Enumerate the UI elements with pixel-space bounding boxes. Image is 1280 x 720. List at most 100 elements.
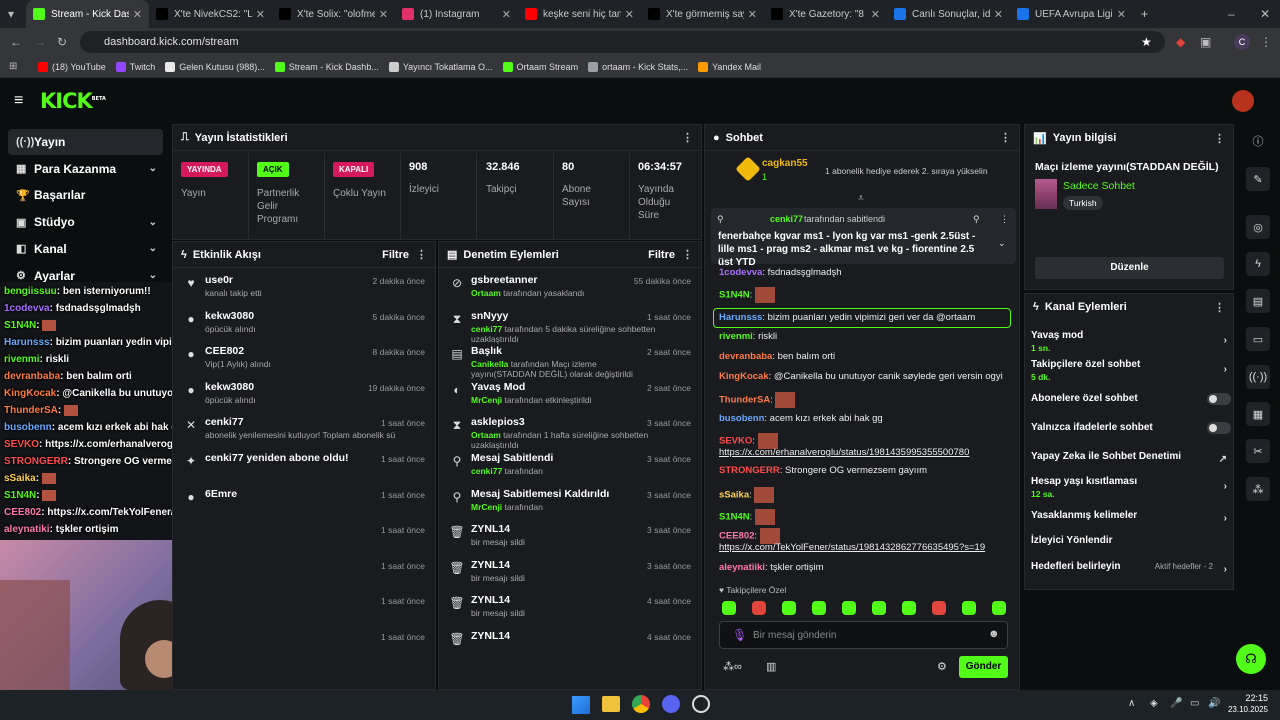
tab-close-icon[interactable]: ✕ bbox=[133, 8, 142, 21]
browser-tab[interactable]: X'te Solix: "olofmeiste ✕ bbox=[272, 0, 395, 28]
target-icon[interactable]: ◎ bbox=[1246, 215, 1270, 239]
chat-user[interactable]: sSaika bbox=[719, 490, 749, 501]
edit-icon[interactable]: ✎ bbox=[1246, 167, 1270, 191]
steam-icon[interactable] bbox=[692, 695, 710, 713]
bookmark-item[interactable]: Yandex Mail bbox=[698, 61, 761, 72]
bookmark-item[interactable]: Yayıncı Tokatlama O... bbox=[388, 61, 493, 72]
monitor-icon[interactable]: ▭ bbox=[1190, 698, 1199, 709]
chat-user[interactable]: busobenn bbox=[719, 413, 764, 424]
emote-icon[interactable] bbox=[902, 601, 916, 615]
info-icon[interactable]: ⓘ bbox=[1246, 129, 1270, 153]
moderation-filter-button[interactable]: Filtre bbox=[648, 249, 675, 261]
chevron-down-icon[interactable]: ⌄ bbox=[149, 243, 157, 254]
expand-pinned-icon[interactable]: ⌄ bbox=[998, 238, 1006, 249]
clock-date[interactable]: 23.10.2025 bbox=[1224, 705, 1268, 714]
edit-stream-button[interactable]: Düzenle bbox=[1035, 257, 1224, 279]
unpin-icon[interactable]: ⚲ bbox=[973, 214, 980, 225]
browser-tab[interactable]: X'te NivekCS2: "La up ✕ bbox=[149, 0, 272, 28]
chat-user[interactable]: STRONGERR bbox=[719, 465, 780, 476]
back-icon[interactable]: ← bbox=[10, 35, 22, 49]
chevron-down-icon[interactable]: ⌄ bbox=[149, 163, 157, 174]
moderation-actor[interactable]: MrCenji bbox=[471, 502, 502, 512]
extension-icon[interactable]: ◆ bbox=[1176, 35, 1185, 49]
tray-overflow-icon[interactable]: ∧ bbox=[1128, 698, 1135, 709]
channel-action-1[interactable]: Takipçilere özel sohbet 5 dk. › bbox=[1031, 359, 1231, 382]
emote-icon[interactable] bbox=[812, 601, 826, 615]
channel-action-8[interactable]: Hedefleri belirleyin Aktif hedefler - 2 › bbox=[1031, 561, 1231, 575]
bookmark-star-icon[interactable]: ★ bbox=[1141, 35, 1152, 49]
moderation-actor[interactable]: Ortaam bbox=[471, 430, 501, 440]
reload-icon[interactable]: ↻ bbox=[57, 35, 67, 49]
sidebar-item-0[interactable]: ((·)) Yayın bbox=[8, 129, 163, 155]
activity-menu-icon[interactable]: ⋮ bbox=[416, 248, 427, 261]
browser-tab[interactable]: keşke seni hiç tanıma ✕ bbox=[518, 0, 641, 28]
kick-logo[interactable]: KICKBETA bbox=[40, 89, 106, 113]
sidebar-item-4[interactable]: ◧ Kanal ⌄ bbox=[8, 236, 163, 262]
sidebar-item-2[interactable]: 🏆 Başarılar bbox=[8, 182, 163, 208]
minimize-icon[interactable]: – bbox=[1228, 7, 1235, 21]
chevron-right-icon[interactable]: › bbox=[1224, 564, 1227, 575]
browser-tab[interactable]: (1) Instagram ✕ bbox=[395, 0, 518, 28]
user-avatar[interactable] bbox=[1232, 90, 1254, 112]
chat-user[interactable]: S1N4N bbox=[719, 290, 750, 301]
store-icon[interactable]: ▥ bbox=[766, 660, 776, 673]
chevron-right-icon[interactable]: › bbox=[1224, 335, 1227, 346]
collapse-icon[interactable]: ⩡ bbox=[858, 193, 864, 204]
chat-user[interactable]: CEE802 bbox=[719, 531, 754, 542]
browser-tab[interactable]: Canlı Sonuçlar, iddaa ✕ bbox=[887, 0, 1010, 28]
external-link-icon[interactable]: ↗ bbox=[1219, 454, 1227, 465]
channel-action-4[interactable]: Yapay Zeka ile Sohbet Denetimi ↗ bbox=[1031, 451, 1231, 465]
printer-icon[interactable]: ▦ bbox=[1246, 402, 1270, 426]
moderation-actor[interactable]: cenki77 bbox=[471, 324, 502, 334]
extensions-puzzle-icon[interactable]: ▣ bbox=[1200, 35, 1211, 49]
browser-tab[interactable]: Stream - Kick Dashbo ✕ bbox=[26, 0, 149, 28]
channel-action-3[interactable]: Yalnızca ifadelerle sohbet bbox=[1031, 422, 1231, 434]
mic-tray-icon[interactable]: 🎤 bbox=[1170, 698, 1182, 709]
windows-start-icon[interactable] bbox=[572, 696, 590, 714]
apps-grid-icon[interactable]: ⊞ bbox=[9, 60, 17, 74]
emote-icon[interactable] bbox=[962, 601, 976, 615]
chevron-right-icon[interactable]: › bbox=[1224, 481, 1227, 492]
tab-close-icon[interactable]: ✕ bbox=[1117, 8, 1126, 21]
moderation-actor[interactable]: MrCenji bbox=[471, 395, 502, 405]
channel-action-6[interactable]: Yasaklanmış kelimeler › bbox=[1031, 510, 1231, 524]
chevron-down-icon[interactable]: ⌄ bbox=[149, 270, 157, 281]
channel-action-0[interactable]: Yavaş mod 1 sn. › bbox=[1031, 330, 1231, 353]
chevron-right-icon[interactable]: › bbox=[1224, 364, 1227, 375]
sidebar-item-3[interactable]: ▣ Stüdyo ⌄ bbox=[8, 209, 163, 235]
group-icon[interactable]: ⁂ bbox=[1246, 477, 1270, 501]
bookmark-item[interactable]: Gelen Kutusu (988)... bbox=[165, 61, 265, 72]
emote-icon[interactable] bbox=[872, 601, 886, 615]
tab-close-icon[interactable]: ✕ bbox=[625, 8, 634, 21]
chrome-icon[interactable] bbox=[632, 695, 650, 713]
chat-user[interactable]: KingKocak bbox=[719, 371, 769, 382]
chat-user[interactable]: devranbaba bbox=[719, 351, 772, 362]
close-window-icon[interactable]: ✕ bbox=[1260, 7, 1270, 21]
channel-action-5[interactable]: Hesap yaşı kısıtlaması 12 sa. › bbox=[1031, 476, 1231, 499]
support-icon[interactable]: ☊ bbox=[1236, 644, 1266, 674]
bookmark-item[interactable]: Stream - Kick Dashb... bbox=[274, 61, 379, 72]
clock-time[interactable]: 22:15 bbox=[1232, 693, 1268, 703]
emote-icon[interactable] bbox=[752, 601, 766, 615]
moderation-menu-icon[interactable]: ⋮ bbox=[682, 248, 693, 261]
moderation-actor[interactable]: cenki77 bbox=[471, 466, 502, 476]
browser-tab[interactable]: X'te Gazetory: "8 yaşı ✕ bbox=[764, 0, 887, 28]
browser-tab[interactable]: X'te görmemiş sayyu ✕ bbox=[641, 0, 764, 28]
stream-info-menu-icon[interactable]: ⋮ bbox=[1214, 132, 1225, 145]
bookmark-item[interactable]: Ortaam Stream bbox=[502, 61, 578, 72]
document-icon[interactable]: ▤ bbox=[1246, 289, 1270, 313]
chat-menu-icon[interactable]: ⋮ bbox=[1000, 131, 1011, 144]
chat-user[interactable]: SEVKO bbox=[719, 436, 752, 447]
chat-user[interactable]: Harunsss bbox=[719, 312, 762, 323]
sidebar-item-1[interactable]: ▦ Para Kazanma ⌄ bbox=[8, 156, 163, 182]
chat-settings-icon[interactable]: ⚙ bbox=[937, 660, 947, 673]
lightning-icon[interactable]: ϟ bbox=[1246, 252, 1270, 276]
points-icon[interactable]: ⁂∞ bbox=[723, 660, 742, 673]
stats-menu-icon[interactable]: ⋮ bbox=[682, 131, 693, 144]
chat-bubble-icon[interactable]: ▭ bbox=[1246, 327, 1270, 351]
browser-tab[interactable]: UEFA Avrupa Ligi Lig ✕ bbox=[1010, 0, 1133, 28]
url-input[interactable]: dashboard.kick.com/stream bbox=[80, 31, 1165, 53]
activity-filter-button[interactable]: Filtre bbox=[382, 249, 409, 261]
emote-icon[interactable] bbox=[992, 601, 1006, 615]
chevron-right-icon[interactable]: › bbox=[1224, 513, 1227, 524]
